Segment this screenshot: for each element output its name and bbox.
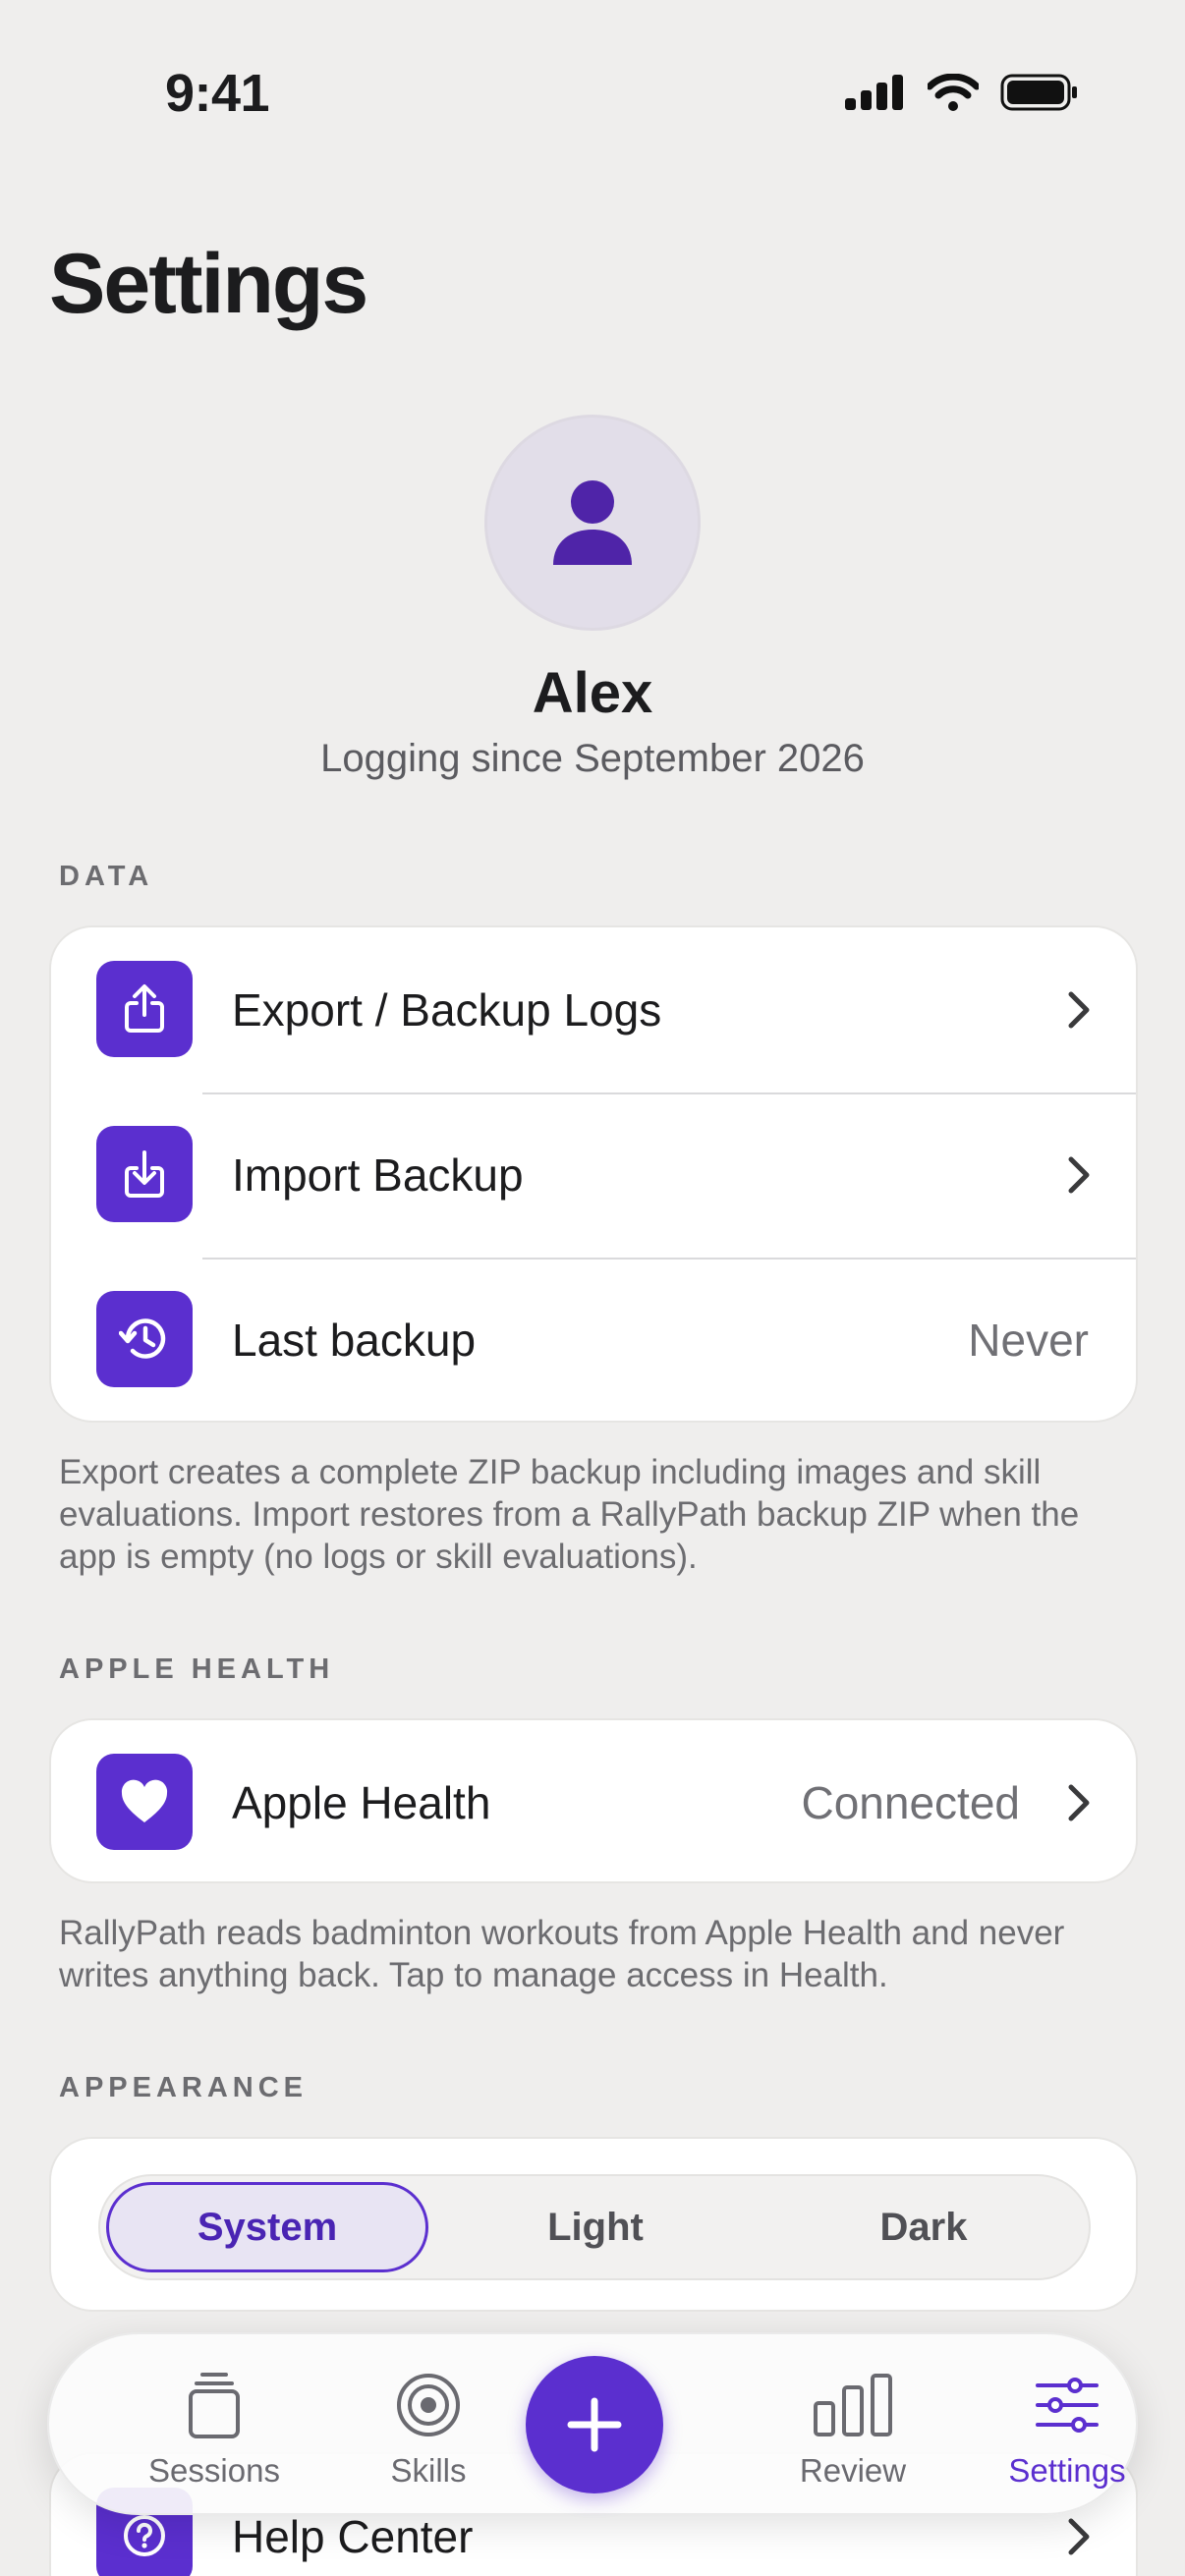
heart-icon: [96, 1754, 193, 1850]
tab-label: Settings: [1008, 2452, 1126, 2489]
chevron-right-icon: [1068, 1784, 1090, 1821]
tab-settings[interactable]: Settings: [979, 2368, 1156, 2490]
row-label: Last backup: [232, 1315, 477, 1366]
plus-icon: [567, 2397, 622, 2452]
chevron-right-icon: [1068, 2518, 1090, 2555]
section-header-apple-health: APPLE HEALTH: [59, 1653, 335, 1685]
tab-label: Skills: [390, 2452, 467, 2489]
section-header-data: DATA: [59, 861, 154, 892]
row-label: Help Center: [232, 2511, 474, 2562]
data-footnote: Export creates a complete ZIP backup inc…: [59, 1453, 1080, 1576]
bar-chart-icon: [814, 2374, 892, 2436]
page-title: Settings: [49, 237, 368, 331]
download-icon: [96, 1126, 193, 1222]
row-label: Export / Backup Logs: [232, 984, 662, 1036]
tab-label: Sessions: [148, 2452, 280, 2489]
appearance-option-light[interactable]: Light: [434, 2182, 757, 2272]
target-icon: [397, 2374, 460, 2436]
last-backup-row: Last backup Never: [51, 1258, 1136, 1421]
battery-icon: [1000, 74, 1077, 111]
chevron-right-icon: [1068, 1156, 1090, 1194]
signal-icon: [845, 75, 903, 110]
status-icons: [845, 73, 1079, 112]
wifi-icon: [928, 74, 979, 111]
apple-health-row[interactable]: Apple Health Connected: [51, 1720, 1136, 1881]
tab-review[interactable]: Review: [764, 2368, 941, 2490]
profile-name: Alex: [532, 661, 653, 725]
avatar[interactable]: [484, 415, 701, 631]
export-backup-row[interactable]: Export / Backup Logs: [51, 927, 1136, 1092]
tab-bar: Sessions Skills Review Settings: [47, 2332, 1138, 2515]
apple-health-footnote: RallyPath reads badminton workouts from …: [59, 1914, 1065, 1994]
data-card: Export / Backup Logs Import Backup Last …: [49, 925, 1138, 1423]
chevron-right-icon: [1068, 991, 1090, 1029]
person-icon: [553, 480, 632, 565]
appearance-segmented-control: System Light Dark: [98, 2174, 1091, 2280]
sliders-icon: [1036, 2378, 1099, 2433]
import-backup-row[interactable]: Import Backup: [51, 1092, 1136, 1258]
history-icon: [96, 1291, 193, 1387]
appearance-card: System Light Dark: [49, 2137, 1138, 2312]
appearance-option-dark[interactable]: Dark: [762, 2182, 1085, 2272]
appearance-option-system[interactable]: System: [106, 2182, 428, 2272]
section-header-appearance: APPEARANCE: [59, 2072, 309, 2103]
tab-sessions[interactable]: Sessions: [126, 2368, 303, 2490]
status-time: 9:41: [165, 64, 270, 123]
row-label: Apple Health: [232, 1777, 491, 1828]
last-backup-value: Never: [968, 1315, 1089, 1366]
tab-skills[interactable]: Skills: [340, 2368, 517, 2490]
apple-health-status: Connected: [801, 1777, 1021, 1828]
profile-subtitle: Logging since September 2026: [320, 737, 865, 780]
apple-health-card: Apple Health Connected: [49, 1718, 1138, 1883]
row-label: Import Backup: [232, 1149, 524, 1201]
share-icon: [96, 961, 193, 1057]
sessions-icon: [189, 2373, 240, 2438]
tab-label: Review: [799, 2452, 907, 2489]
status-bar: 9:41: [0, 0, 1185, 147]
add-session-button[interactable]: [526, 2356, 663, 2493]
